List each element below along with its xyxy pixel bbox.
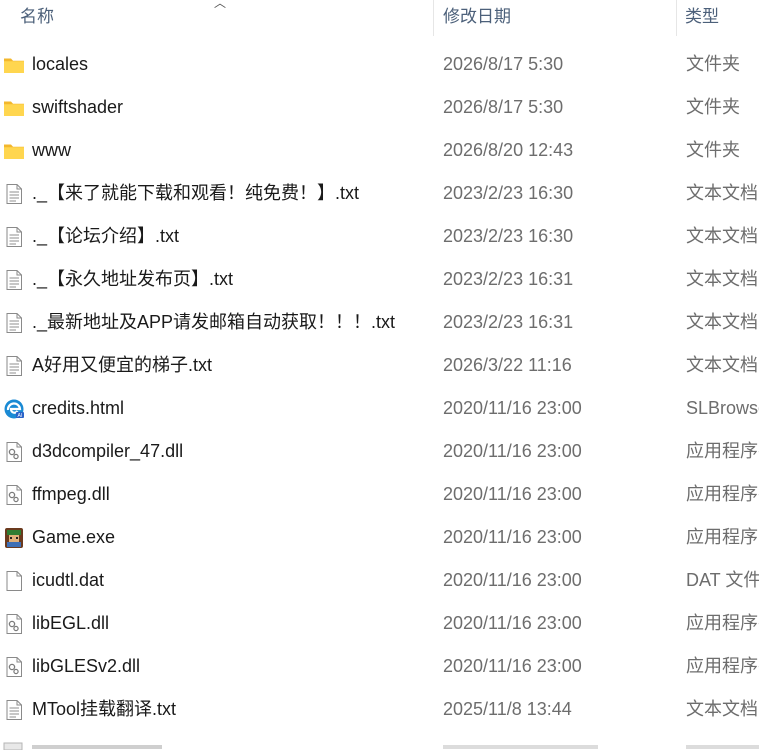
file-name: MTool挂载翻译.txt: [32, 699, 177, 719]
file-row[interactable]: ._【永久地址发布页】.txt 2023/2/23 16:31 文本文档: [0, 258, 759, 301]
file-row[interactable]: libGLESv2.dll 2020/11/16 23:00 应用程序扩展: [0, 645, 759, 688]
file-row[interactable]: ._最新地址及APP请发邮箱自动获取！！！.txt 2023/2/23 16:31…: [0, 301, 759, 344]
file-date-modified: 2026/8/20 12:43: [443, 140, 574, 160]
file-name: ._【永久地址发布页】.txt: [32, 269, 234, 289]
file-row[interactable]: www 2026/8/20 12:43 文件夹: [0, 129, 759, 172]
file-row[interactable]: ffmpeg.dll 2020/11/16 23:00 应用程序扩展: [0, 473, 759, 516]
partial-row-fragment: [3, 742, 759, 750]
column-separator[interactable]: [676, 0, 677, 36]
blank-file-icon: [3, 570, 25, 592]
file-row[interactable]: libEGL.dll 2020/11/16 23:00 应用程序扩展: [0, 602, 759, 645]
file-date-modified: 2025/11/8 13:44: [443, 699, 572, 719]
file-row[interactable]: locales 2026/8/17 5:30 文件夹: [0, 43, 759, 86]
file-name: A好用又便宜的梯子.txt: [32, 355, 213, 375]
file-date-modified: 2020/11/16 23:00: [443, 398, 582, 418]
file-name: libGLESv2.dll: [32, 656, 141, 676]
column-separator[interactable]: [433, 0, 434, 36]
file-name: ffmpeg.dll: [32, 484, 110, 504]
file-date-modified: 2023/2/23 16:30: [443, 183, 574, 203]
column-header-date-modified[interactable]: 修改日期: [443, 0, 511, 36]
file-type: 文本文档: [686, 699, 758, 719]
file-row[interactable]: MTool挂载翻译.txt 2025/11/8 13:44 文本文档: [0, 688, 759, 731]
svg-text:AI: AI: [18, 413, 23, 419]
file-date-modified: 2026/8/17 5:30: [443, 97, 564, 117]
file-type: 应用程序扩展: [686, 484, 759, 504]
file-type: 文本文档: [686, 183, 758, 203]
file-type: 文本文档: [686, 269, 758, 289]
file-date-modified: 2020/11/16 23:00: [443, 656, 582, 676]
file-name: Game.exe: [32, 527, 116, 547]
dll-file-icon: [3, 656, 25, 678]
folder-icon: [3, 54, 25, 76]
browser-html-icon: AI: [3, 398, 25, 420]
file-type: 文本文档: [686, 312, 758, 332]
file-date-modified: 2026/3/22 11:16: [443, 355, 572, 375]
file-name: libEGL.dll: [32, 613, 110, 633]
dll-file-icon: [3, 484, 25, 506]
file-type: SLBrowser: [686, 398, 759, 418]
folder-icon: [3, 97, 25, 119]
text-file-icon: [3, 312, 25, 334]
dll-file-icon: [3, 441, 25, 463]
folder-icon: [3, 140, 25, 162]
file-row[interactable]: d3dcompiler_47.dll 2020/11/16 23:00 应用程序扩展: [0, 430, 759, 473]
file-name: icudtl.dat: [32, 570, 105, 590]
file-date-modified: 2026/8/17 5:30: [443, 54, 564, 74]
file-type: 文本文档: [686, 226, 758, 246]
file-date-modified: 2020/11/16 23:00: [443, 484, 582, 504]
sort-up-icon: ︿: [214, 0, 227, 10]
column-header-type[interactable]: 类型: [685, 0, 719, 36]
file-name: locales: [32, 54, 89, 74]
file-type: 文本文档: [686, 355, 758, 375]
file-row[interactable]: ._【来了就能下载和观看！纯免费！】.txt 2023/2/23 16:30 文本文…: [0, 172, 759, 215]
text-file-icon: [3, 226, 25, 248]
file-date-modified: 2023/2/23 16:30: [443, 226, 574, 246]
file-date-modified: 2020/11/16 23:00: [443, 613, 582, 633]
file-row[interactable]: AI credits.html 2020/11/16 23:00 SLBrowser: [0, 387, 759, 430]
column-header-name[interactable]: 名称: [20, 0, 54, 36]
file-name: ._【论坛介绍】.txt: [32, 226, 180, 246]
file-name: www: [32, 140, 71, 160]
file-type: 应用程序扩展: [686, 613, 759, 633]
file-type: 文件夹: [686, 54, 740, 74]
file-name: ._最新地址及APP请发邮箱自动获取！！！.txt: [32, 312, 396, 332]
file-row[interactable]: icudtl.dat 2020/11/16 23:00 DAT 文件: [0, 559, 759, 602]
file-name: d3dcompiler_47.dll: [32, 441, 184, 461]
file-type: 文件夹: [686, 140, 740, 160]
file-list: locales 2026/8/17 5:30 文件夹 swiftshader 2026/…: [0, 43, 759, 731]
file-type: DAT 文件: [686, 570, 759, 590]
file-row[interactable]: Game.exe 2020/11/16 23:00 应用程序: [0, 516, 759, 559]
file-type: 应用程序扩展: [686, 656, 759, 676]
text-file-icon: [3, 183, 25, 205]
text-file-icon: [3, 355, 25, 377]
file-date-modified: 2020/11/16 23:00: [443, 570, 582, 590]
file-name: swiftshader: [32, 97, 124, 117]
file-row[interactable]: ._【论坛介绍】.txt 2023/2/23 16:30 文本文档: [0, 215, 759, 258]
file-date-modified: 2023/2/23 16:31: [443, 269, 574, 289]
partial-next-row: [0, 731, 759, 750]
file-type: 应用程序: [686, 527, 758, 547]
file-name: credits.html: [32, 398, 125, 418]
file-date-modified: 2020/11/16 23:00: [443, 527, 582, 547]
file-type: 应用程序扩展: [686, 441, 759, 461]
dll-file-icon: [3, 613, 25, 635]
file-row[interactable]: swiftshader 2026/8/17 5:30 文件夹: [0, 86, 759, 129]
file-date-modified: 2023/2/23 16:31: [443, 312, 574, 332]
file-date-modified: 2020/11/16 23:00: [443, 441, 582, 461]
file-name: ._【来了就能下载和观看！纯免费！】.txt: [32, 183, 360, 203]
file-row[interactable]: A好用又便宜的梯子.txt 2026/3/22 11:16 文本文档: [0, 344, 759, 387]
column-header-bar: ︿ 名称 修改日期 类型: [0, 0, 759, 36]
game-exe-icon: [3, 527, 25, 549]
text-file-icon: [3, 699, 25, 721]
text-file-icon: [3, 269, 25, 291]
file-type: 文件夹: [686, 97, 740, 117]
